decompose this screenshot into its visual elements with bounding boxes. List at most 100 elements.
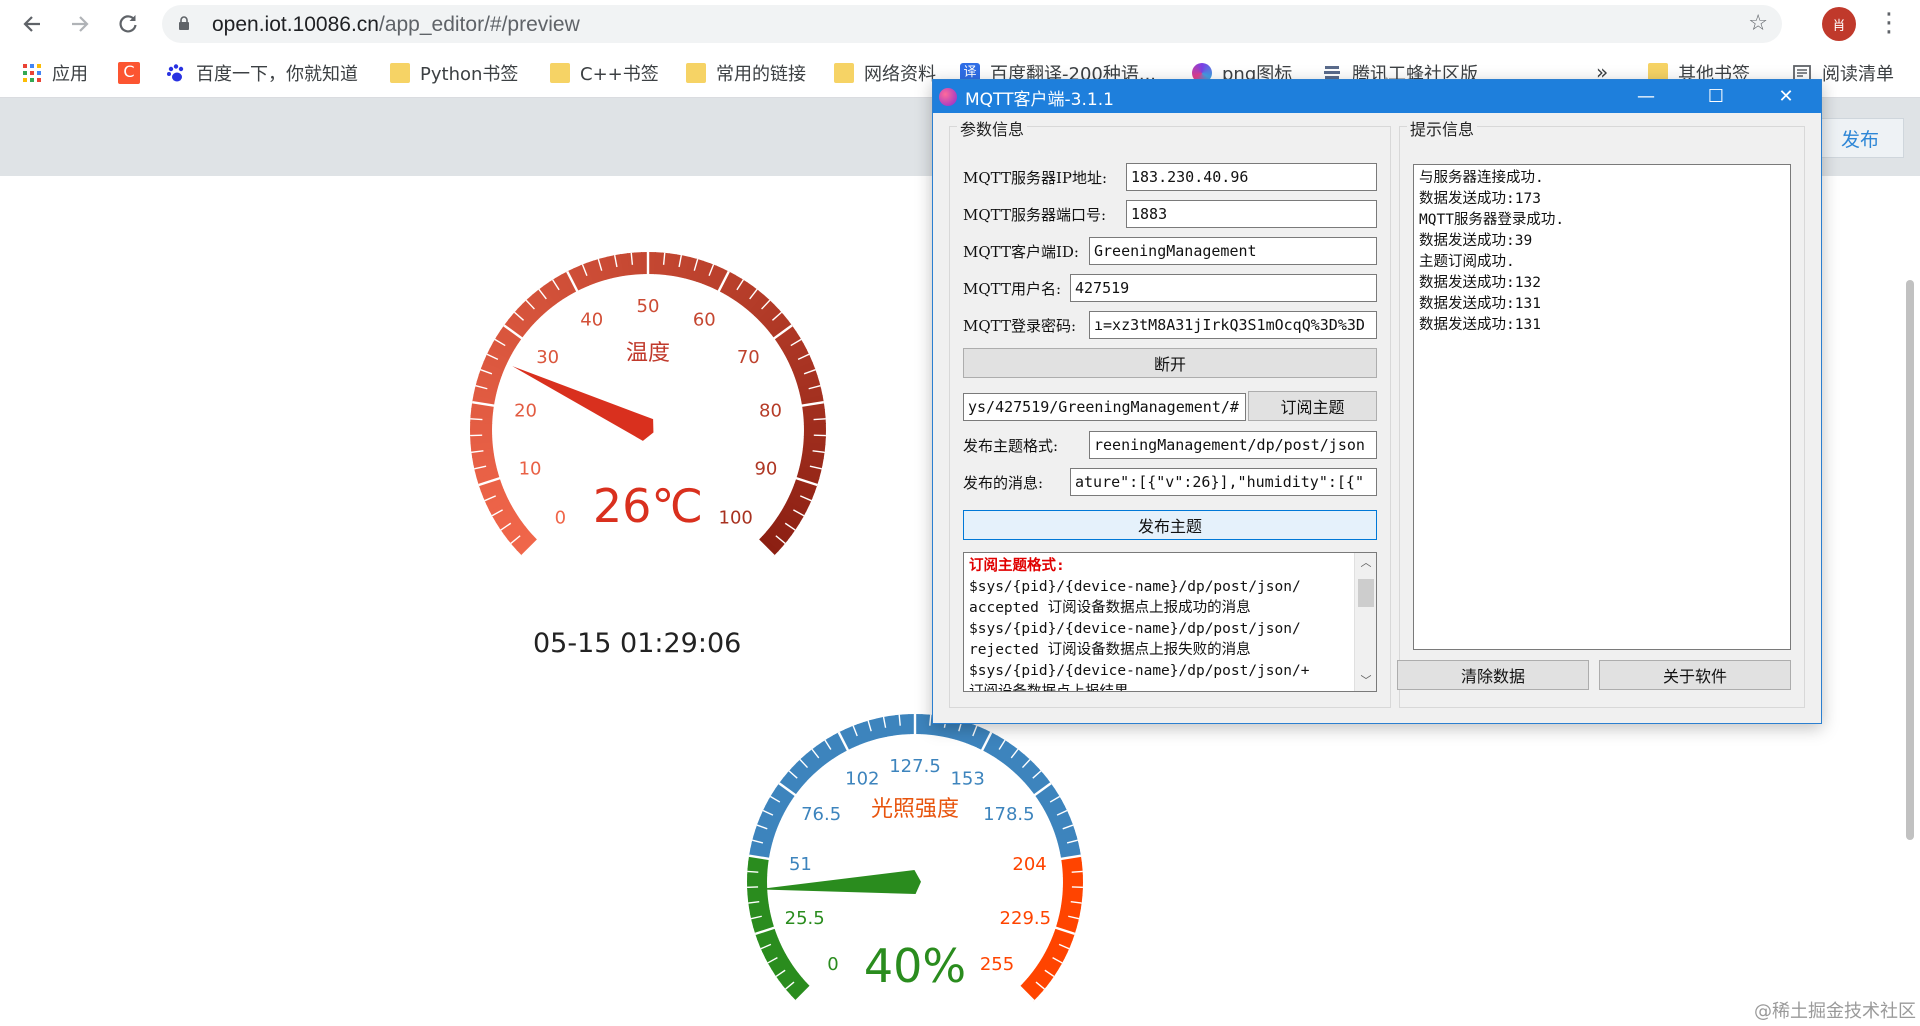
mqtt-client-window: MQTT客户端-3.1.1 — ☐ ✕ 参数信息 MQTT服务器IP地址: 18…	[932, 79, 1822, 724]
gauge-band-segment	[803, 423, 826, 431]
gauge-value: 40%	[864, 939, 966, 993]
gauge-tick-label: 204	[1012, 854, 1046, 875]
client-id-label: MQTT客户端ID:	[963, 243, 1079, 261]
address-bar[interactable]: open.iot.10086.cn/app_editor/#/preview ☆	[162, 5, 1782, 43]
publish-button[interactable]: 发布	[1816, 118, 1904, 158]
bookmark-star-icon[interactable]: ☆	[1748, 11, 1768, 36]
bookmark-folder-links[interactable]: 常用的链接	[686, 60, 806, 86]
ip-field[interactable]: 183.230.40.96	[1126, 163, 1377, 191]
gauge-tick-label: 20	[514, 401, 537, 422]
datetime-display: 05-15 01:29:06	[533, 628, 742, 659]
bookmark-label: 阅读清单	[1822, 64, 1894, 85]
hint-group-title: 提示信息	[1407, 116, 1478, 140]
baidu-paw-icon	[167, 64, 184, 82]
profile-avatar[interactable]: 肖	[1822, 7, 1856, 41]
log-line: 数据发送成功:132	[1419, 275, 1541, 291]
bookmark-label: 常用的链接	[716, 64, 806, 85]
gauge-tick-label: 255	[980, 954, 1014, 975]
bookmark-label: C++书签	[580, 64, 659, 85]
bookmark-csdn[interactable]: C	[118, 60, 150, 86]
gauge-tick-label: 0	[827, 954, 838, 975]
port-label: MQTT服务器端口号:	[963, 206, 1106, 224]
gauge-tick-label: 10	[519, 458, 542, 479]
help-line: $sys/{pid}/{device-name}/dp/post/json/	[969, 621, 1301, 637]
folder-icon	[834, 63, 854, 83]
about-software-button[interactable]: 关于软件	[1599, 660, 1791, 690]
folder-icon	[550, 63, 570, 83]
publish-message-label: 发布的消息:	[963, 474, 1044, 492]
app-icon	[939, 88, 957, 106]
folder-icon	[390, 63, 410, 83]
gauge-tick-label: 30	[536, 347, 559, 368]
maximize-icon[interactable]: ☐	[1681, 80, 1751, 113]
ip-label: MQTT服务器IP地址:	[963, 169, 1108, 187]
help-scrollbar[interactable]: ︿ ﹀	[1354, 553, 1376, 691]
disconnect-button[interactable]: 断开	[963, 348, 1377, 378]
browser-menu-icon[interactable]: ⋮	[1876, 8, 1902, 40]
publish-format-label: 发布主题格式:	[963, 437, 1059, 455]
clear-data-button[interactable]: 清除数据	[1397, 660, 1589, 690]
log-line: 数据发送成功:39	[1419, 233, 1533, 249]
close-icon[interactable]: ✕	[1751, 80, 1821, 113]
scroll-down-icon[interactable]: ﹀	[1355, 671, 1376, 691]
password-field[interactable]: ı=xz3tM8A31jIrkQ3S1mOcqQ%3D%3D	[1089, 311, 1377, 339]
gauge-tick-label: 80	[759, 401, 782, 422]
gauge-band-segment	[1062, 875, 1083, 883]
bookmark-folder-cpp[interactable]: C++书签	[550, 60, 659, 86]
gauge-tick-label: 50	[637, 296, 660, 317]
bookmark-label: Python书签	[420, 64, 519, 85]
log-line: 数据发送成功:131	[1419, 296, 1541, 312]
publish-message-field[interactable]: ature":[{"v":26}],"humidity":[{"	[1070, 468, 1377, 496]
bookmark-baidu[interactable]: 百度一下，你就知道	[166, 60, 358, 86]
help-line: $sys/{pid}/{device-name}/dp/post/json/	[969, 579, 1301, 595]
log-line: 数据发送成功:173	[1419, 191, 1541, 207]
forward-arrow-icon[interactable]	[62, 6, 98, 42]
gauge-tick-label: 229.5	[1000, 908, 1052, 929]
publish-format-field[interactable]: reeningManagement/dp/post/json	[1089, 431, 1377, 459]
bookmark-label: 网络资料	[864, 64, 936, 85]
bookmark-folder-network[interactable]: 网络资料	[834, 60, 936, 86]
gauge-tick-label: 60	[693, 310, 716, 331]
log-textarea[interactable]: 与服务器连接成功. 数据发送成功:173 MQTT服务器登录成功. 数据发送成功…	[1413, 164, 1791, 650]
back-arrow-icon[interactable]	[14, 6, 50, 42]
username-label: MQTT用户名:	[963, 280, 1061, 298]
url-text: open.iot.10086.cn/app_editor/#/preview	[212, 13, 580, 37]
gauge-tick-label: 25.5	[785, 908, 825, 929]
scroll-thumb[interactable]	[1358, 579, 1374, 607]
page-scrollbar[interactable]	[1906, 280, 1914, 840]
gauge-value: 26℃	[593, 479, 703, 533]
browser-toolbar: open.iot.10086.cn/app_editor/#/preview ☆…	[0, 0, 1920, 48]
url-path: /app_editor/#/preview	[378, 13, 580, 36]
gauge-tick-label: 102	[845, 769, 879, 790]
bookmark-folder-python[interactable]: Python书签	[390, 60, 518, 86]
log-line: 数据发送成功:131	[1419, 317, 1541, 333]
watermark: @稀土掘金技术社区	[1754, 1001, 1916, 1022]
client-id-field[interactable]: GreeningManagement	[1089, 237, 1377, 265]
log-line: MQTT服务器登录成功.	[1419, 212, 1565, 228]
gauge-tick-label: 100	[719, 508, 753, 529]
gauge-tick-label: 0	[555, 508, 566, 529]
apps-grid-icon	[23, 64, 41, 82]
publish-topic-button[interactable]: 发布主题	[963, 510, 1377, 540]
window-titlebar[interactable]: MQTT客户端-3.1.1 — ☐ ✕	[933, 80, 1821, 113]
password-label: MQTT登录密码:	[963, 317, 1076, 335]
minimize-icon[interactable]: —	[1611, 80, 1681, 113]
subscribe-button[interactable]: 订阅主题	[1248, 391, 1377, 421]
params-group-title: 参数信息	[957, 116, 1028, 140]
gauge-needle	[757, 870, 921, 894]
folder-icon	[686, 63, 706, 83]
subscribe-topic-field[interactable]: ys/427519/GreeningManagement/#	[963, 393, 1246, 421]
username-field[interactable]: 427519	[1070, 274, 1377, 302]
gauge-tick	[1071, 870, 1083, 873]
scroll-up-icon[interactable]: ︿	[1355, 553, 1376, 573]
reload-icon[interactable]	[110, 6, 146, 42]
screen: open.iot.10086.cn/app_editor/#/preview ☆…	[0, 0, 1920, 1026]
port-field[interactable]: 1883	[1126, 200, 1377, 228]
temperature-gauge: 0 10 20 30 40 50 60 70 80 90 100 温度 26℃	[470, 252, 826, 557]
gauge-tick	[747, 870, 759, 873]
gauge-tick-label: 90	[754, 458, 777, 479]
gauge-tick	[470, 418, 483, 421]
bookmark-apps[interactable]: 应用	[22, 60, 88, 86]
help-textarea[interactable]: 订阅主题格式: $sys/{pid}/{device-name}/dp/post…	[963, 552, 1377, 692]
help-heading: 订阅主题格式:	[969, 558, 1065, 574]
